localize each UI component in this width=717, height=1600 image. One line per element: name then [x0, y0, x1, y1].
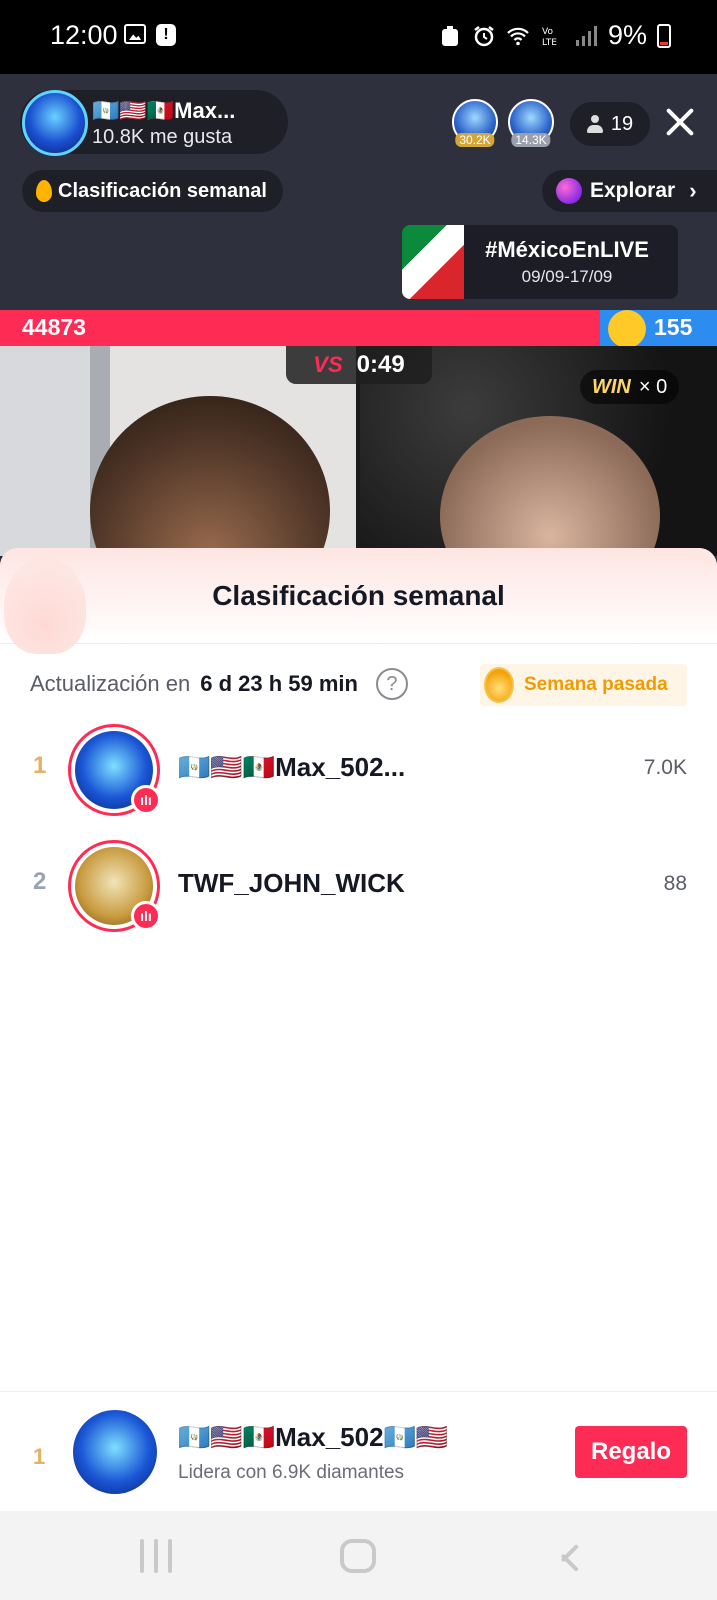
top-viewer-avatar[interactable]: 14.3K [508, 99, 554, 147]
viewer-badge: 30.2K [455, 133, 495, 147]
person-icon [586, 115, 603, 133]
video-left-person [90, 396, 330, 556]
image-icon [124, 24, 146, 44]
home-icon[interactable] [340, 1539, 376, 1573]
avatar[interactable]: ılı [68, 840, 161, 932]
ranking-name: 🇬🇹🇺🇸🇲🇽Max_502... [178, 752, 406, 782]
alarm-icon [474, 25, 494, 46]
host-likes: 10.8K me gusta [92, 126, 233, 148]
flame-icon [36, 180, 52, 202]
chevron-right-icon: › [689, 178, 697, 203]
last-week-label: Semana pasada [524, 674, 668, 695]
status-bar: 12:00 ! Vo LTE 9% [0, 0, 717, 74]
status-time: 12:00 [50, 20, 118, 50]
update-label: Actualización en [30, 671, 191, 696]
svg-text:LTE: LTE [542, 38, 557, 48]
close-icon[interactable] [660, 102, 700, 142]
explore-button[interactable]: Explorar › [542, 170, 717, 212]
top-viewer-avatar[interactable]: 30.2K [452, 99, 498, 147]
mexico-flag-graphic [402, 225, 464, 299]
ranking-row[interactable]: 2 ılı TWF_JOHN_WICK 88 [0, 836, 717, 936]
win-label: WIN [592, 375, 631, 398]
promo-dates: 09/09-17/09 [521, 267, 613, 286]
battle-timer-value: 0:49 [356, 351, 405, 378]
last-week-button[interactable]: Semana pasada [480, 664, 687, 706]
ranking-score: 88 [663, 872, 687, 895]
svg-text:Vo: Vo [542, 27, 553, 37]
weekly-ranking-button[interactable]: Clasificación semanal [22, 170, 283, 212]
avatar[interactable] [73, 1410, 157, 1494]
score-right: 155 [654, 314, 693, 340]
alert-icon: ! [156, 24, 176, 46]
system-nav-bar [0, 1511, 717, 1600]
sheet-title: Clasificación semanal [212, 580, 505, 611]
promo-banner[interactable]: #MéxicoEnLIVE 09/09-17/09 [402, 225, 678, 299]
promo-title: #MéxicoEnLIVE [485, 237, 649, 262]
battle-score-bar: 44873 155 [0, 310, 717, 348]
footer-subtitle: Lidera con 6.9K diamantes [178, 1462, 405, 1483]
recents-icon[interactable] [140, 1539, 172, 1573]
live-header: 🇬🇹🇺🇸🇲🇽Max... 10.8K me gusta 30.2K 14.3K … [0, 74, 717, 310]
recycle-icon [441, 25, 458, 46]
battery-icon [657, 23, 671, 48]
current-leader-footer: 1 🇬🇹🇺🇸🇲🇽Max_502🇬🇹🇺🇸 Lidera con 6.9K diam… [0, 1391, 717, 1511]
win-count: × 0 [638, 375, 668, 398]
live-indicator-icon: ılı [131, 901, 161, 931]
ranking-name: TWF_JOHN_WICK [178, 868, 405, 898]
status-left-icons: ! [124, 24, 176, 46]
help-icon[interactable]: ? [375, 668, 408, 700]
viewer-badge: 14.3K [511, 133, 551, 147]
rank-number: 2 [33, 868, 47, 895]
footer-name: 🇬🇹🇺🇸🇲🇽Max_502🇬🇹🇺🇸 [178, 1422, 449, 1452]
update-value: 6 d 23 h 59 min [200, 671, 358, 696]
medal-icon [484, 667, 514, 703]
host-avatar[interactable] [22, 90, 88, 156]
signal-icon [575, 25, 597, 46]
back-icon[interactable] [548, 1539, 576, 1573]
gift-button[interactable]: Regalo [575, 1426, 687, 1478]
video-right-person [440, 416, 660, 556]
battery-percent: 9% [607, 20, 647, 50]
ranking-score: 7.0K [643, 756, 687, 779]
weekly-ranking-label: Clasificación semanal [58, 179, 267, 202]
explore-label: Explorar [590, 179, 676, 202]
avatar[interactable]: ılı [68, 724, 161, 816]
emoji-face-icon [608, 310, 646, 348]
volte-icon: VoLTE [542, 27, 557, 48]
wifi-icon [507, 27, 529, 45]
win-streak: WIN × 0 [580, 370, 680, 404]
footer-rank: 1 [33, 1444, 46, 1469]
viewer-count[interactable]: 19 [570, 102, 650, 146]
host-info[interactable]: 🇬🇹🇺🇸🇲🇽Max... 10.8K me gusta [20, 90, 288, 156]
rank-number: 1 [33, 752, 47, 779]
sheet-header: Clasificación semanal [0, 548, 717, 654]
live-indicator-icon: ılı [131, 785, 161, 815]
vs-icon: VS [313, 352, 343, 377]
score-left: 44873 [22, 314, 86, 340]
ranking-row[interactable]: 1 ılı 🇬🇹🇺🇸🇲🇽Max_502... 7.0K [0, 720, 717, 820]
update-countdown: Actualización en 6 d 23 h 59 min ? [30, 668, 408, 700]
explore-orb-icon [556, 178, 582, 204]
status-right-icons: Vo LTE 9% [438, 20, 671, 51]
host-name: 🇬🇹🇺🇸🇲🇽Max... [92, 98, 236, 123]
viewer-count-value: 19 [610, 112, 634, 135]
battle-timer: VS 0:49 [286, 346, 432, 384]
